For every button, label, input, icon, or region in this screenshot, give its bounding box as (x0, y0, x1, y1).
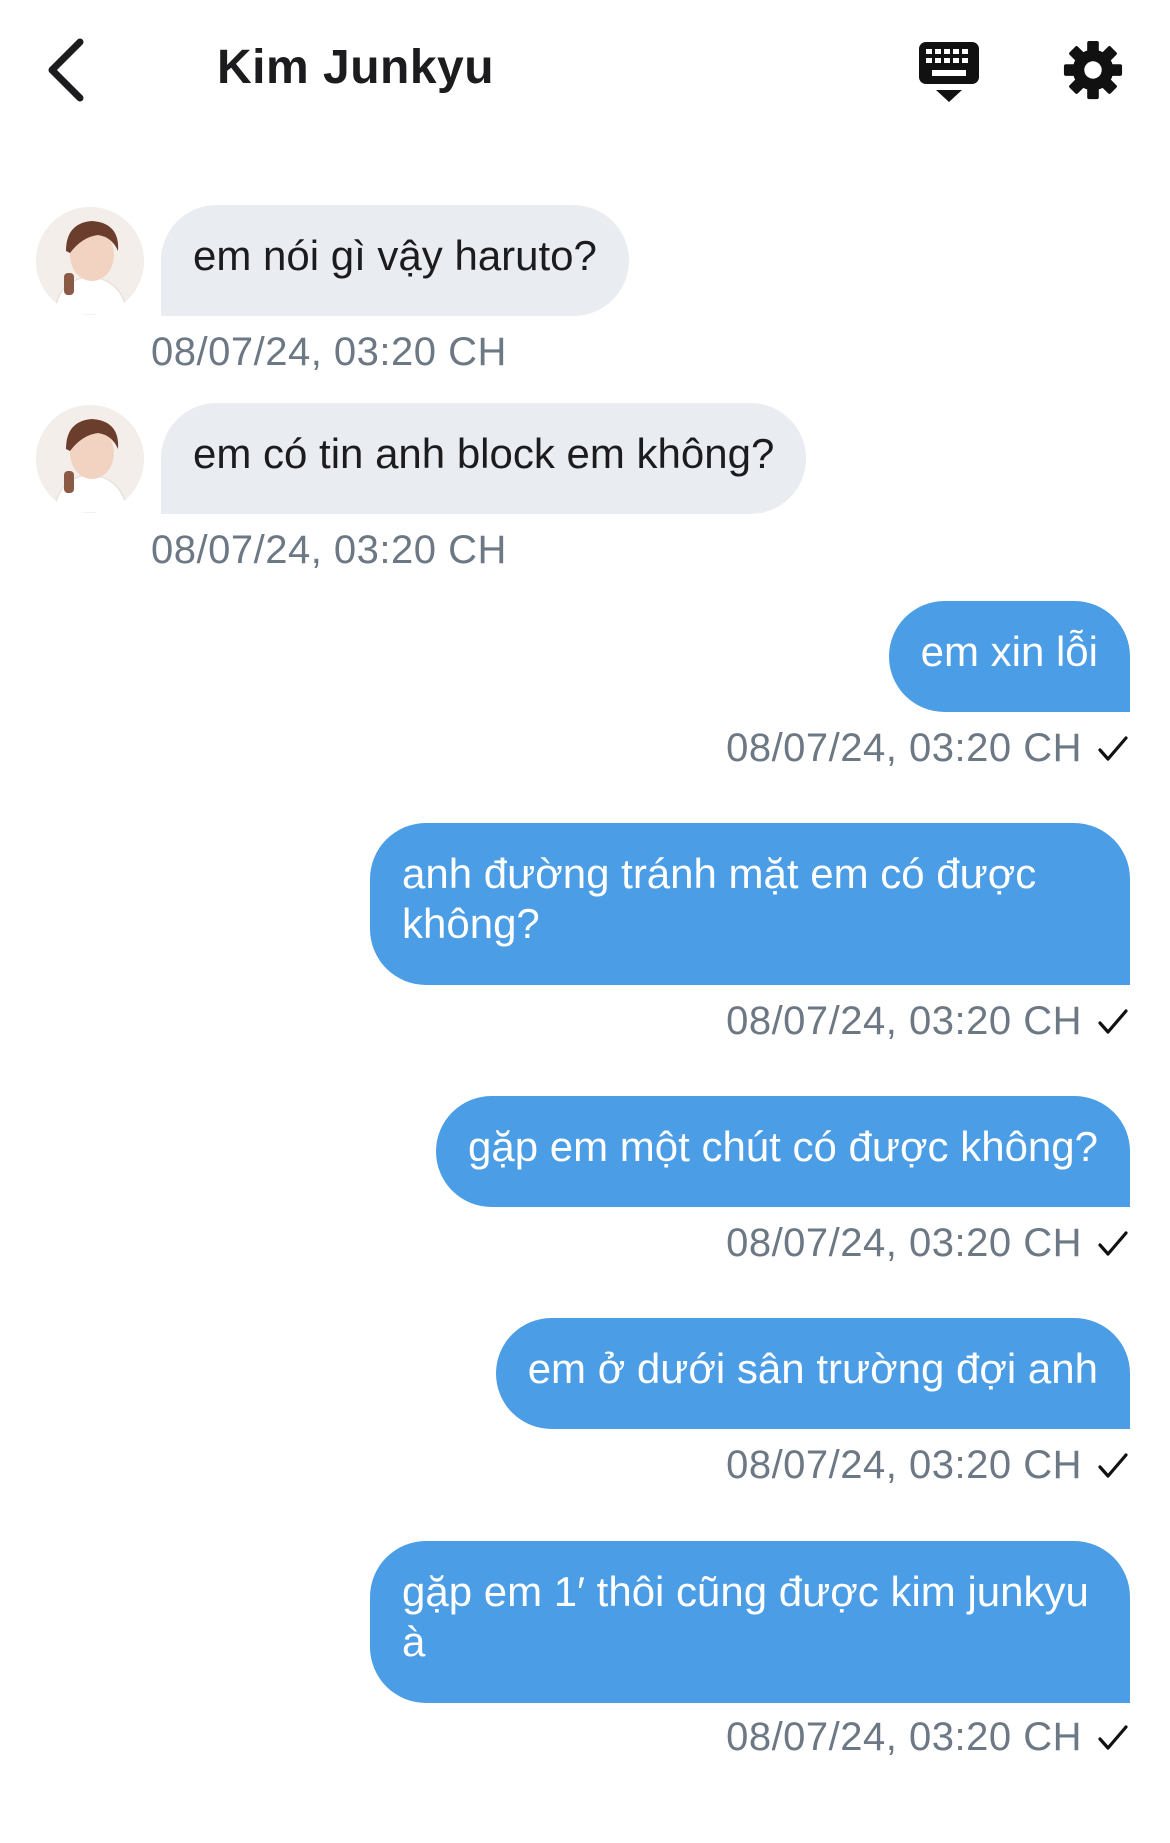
message-timestamp: 08/07/24, 03:20 CH (726, 1443, 1082, 1487)
message-meta: 08/07/24, 03:20 CH (726, 1715, 1130, 1760)
chat-header: Kim Junkyu (0, 0, 1170, 140)
checkmark-icon (1098, 735, 1128, 761)
message-bubble-outgoing[interactable]: anh đường tránh mặt em có được không? (370, 823, 1130, 985)
message-timestamp: 08/07/24, 03:20 CH (726, 726, 1082, 770)
message-timestamp: 08/07/24, 03:20 CH (151, 330, 507, 374)
chevron-left-icon (48, 38, 84, 102)
message-timestamp: 08/07/24, 03:20 CH (726, 1715, 1082, 1759)
settings-button[interactable] (1062, 36, 1124, 104)
message-bubble-outgoing[interactable]: gặp em một chút có được không? (436, 1096, 1130, 1207)
keyboard-icon (919, 42, 979, 102)
message-timestamp: 08/07/24, 03:20 CH (726, 999, 1082, 1043)
message-meta: 08/07/24, 03:20 CH (726, 726, 1130, 771)
message-bubble-incoming[interactable]: em nói gì vậy haruto? (161, 205, 629, 316)
message-bubble-outgoing[interactable]: em xin lỗi (888, 601, 1130, 712)
checkmark-icon (1098, 1724, 1128, 1750)
message-bubble-incoming[interactable]: em có tin anh block em không? (161, 403, 807, 514)
checkmark-icon (1098, 1452, 1128, 1478)
contact-avatar-image (36, 207, 144, 315)
message-meta: 08/07/24, 03:20 CH (726, 1221, 1130, 1266)
contact-name[interactable]: Kim Junkyu (217, 40, 494, 95)
message-bubble-outgoing[interactable]: em ở dưới sân trường đợi anh (495, 1318, 1130, 1429)
contact-avatar-image (36, 405, 144, 513)
avatar[interactable] (36, 405, 144, 513)
back-button[interactable] (38, 30, 98, 110)
gear-icon (1063, 40, 1123, 100)
message-bubble-outgoing[interactable]: gặp em 1′ thôi cũng được kim junkyu à (370, 1541, 1130, 1703)
keyboard-button[interactable] (918, 40, 980, 104)
message-timestamp: 08/07/24, 03:20 CH (151, 528, 507, 572)
avatar[interactable] (36, 207, 144, 315)
message-meta: 08/07/24, 03:20 CH (726, 999, 1130, 1044)
message-meta: 08/07/24, 03:20 CH (726, 1443, 1130, 1488)
checkmark-icon (1098, 1230, 1128, 1256)
message-timestamp: 08/07/24, 03:20 CH (726, 1221, 1082, 1265)
checkmark-icon (1098, 1008, 1128, 1034)
